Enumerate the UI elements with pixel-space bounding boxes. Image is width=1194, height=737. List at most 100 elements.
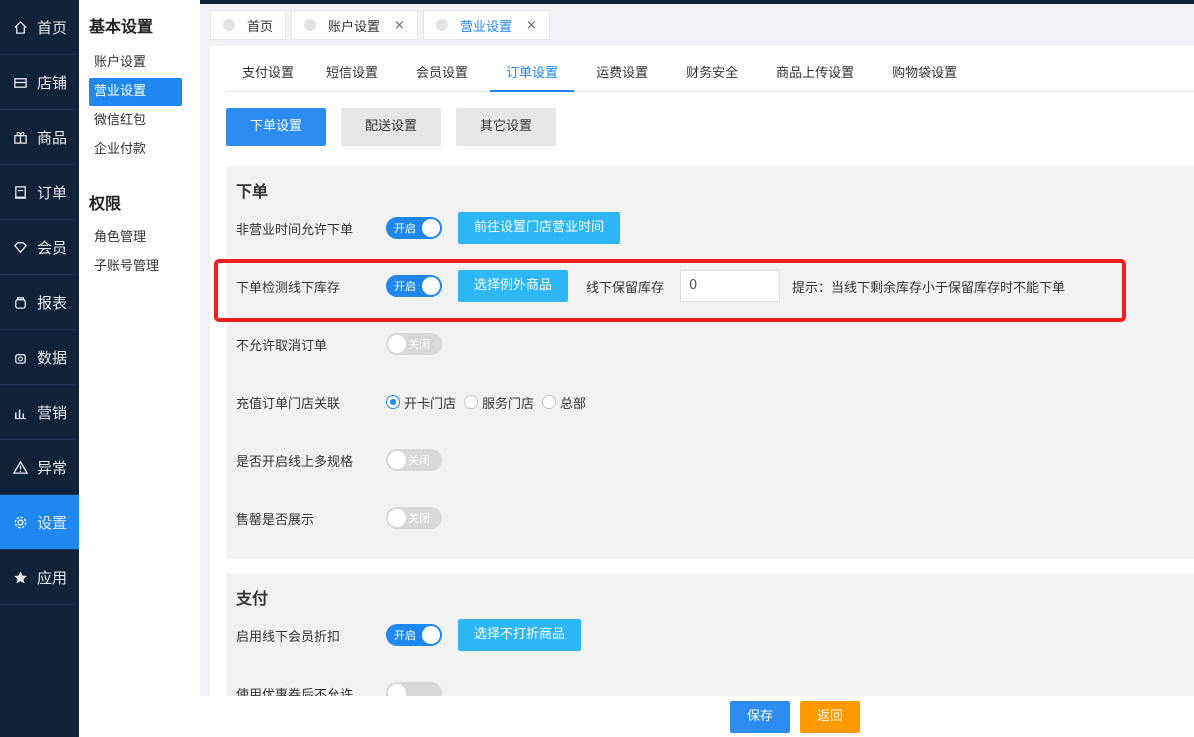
nav-item-store[interactable]: 店铺 xyxy=(0,55,79,110)
page-tab-home[interactable]: 首页 xyxy=(210,10,287,40)
coupon-restriction-toggle[interactable] xyxy=(386,682,442,696)
setting-row: 是否开启线上多规格 关闭 xyxy=(236,444,1194,476)
delivery-settings-button[interactable]: 配送设置 xyxy=(341,108,441,146)
nav-item-label: 异常 xyxy=(37,458,68,477)
sidebar-item-business[interactable]: 营业设置 xyxy=(89,78,182,106)
nav-item-label: 会员 xyxy=(37,238,68,257)
tab-payment-settings[interactable]: 支付设置 xyxy=(226,56,310,92)
close-icon[interactable]: × xyxy=(394,18,405,33)
save-button[interactable]: 保存 xyxy=(730,701,790,733)
nav-item-label: 报表 xyxy=(37,293,68,312)
setting-label: 非营业时间允许下单 xyxy=(236,222,354,238)
nav-item-data[interactable]: 数据 xyxy=(0,330,79,385)
nav-item-members[interactable]: 会员 xyxy=(0,220,79,275)
nav-item-orders[interactable]: 订单 xyxy=(0,165,79,220)
setting-row: 使用优惠券后不允许 xyxy=(236,677,1194,696)
star-icon xyxy=(12,569,28,585)
nav-item-apps[interactable]: 应用 xyxy=(0,550,79,605)
tab-shipping-settings[interactable]: 运费设置 xyxy=(580,56,664,92)
nav-item-marketing[interactable]: 营销 xyxy=(0,385,79,440)
tab-order-settings[interactable]: 订单设置 xyxy=(490,56,575,92)
sidebar-item-account[interactable]: 账户设置 xyxy=(89,49,182,77)
nav-item-label: 首页 xyxy=(37,18,68,37)
set-store-hours-button[interactable]: 前往设置门店营业时间 xyxy=(458,212,621,244)
radio-headquarters[interactable]: 总部 xyxy=(542,393,586,412)
disallow-cancel-toggle[interactable]: 关闭 xyxy=(386,333,442,355)
page-tab-account-settings[interactable]: 账户设置 × xyxy=(291,10,418,40)
radio-label: 总部 xyxy=(560,396,587,412)
nav-item-settings[interactable]: 设置 xyxy=(0,495,79,550)
nav-item-reports[interactable]: 报表 xyxy=(0,275,79,330)
tab-sms-settings[interactable]: 短信设置 xyxy=(310,56,394,92)
setting-label: 售罄是否展示 xyxy=(236,512,315,528)
settings-sidebar: 基本设置 账户设置 营业设置 微信红包 企业付款 权限 角色管理 子账号管理 xyxy=(79,0,200,737)
radio-circle xyxy=(386,395,400,409)
close-icon[interactable]: × xyxy=(526,18,537,33)
tab-dot-icon xyxy=(304,19,317,31)
nav-item-label: 数据 xyxy=(37,348,68,367)
other-settings-button[interactable]: 其它设置 xyxy=(456,108,556,146)
setting-row: 售罄是否展示 关闭 xyxy=(236,502,1194,534)
setting-label: 启用线下会员折扣 xyxy=(236,629,341,645)
settings-subtabs: 支付设置 短信设置 会员设置 订单设置 运费设置 财务安全 商品上传设置 购物袋… xyxy=(226,56,1194,92)
tab-dot-icon xyxy=(435,19,448,31)
sidebar-section-title: 基本设置 xyxy=(89,17,154,36)
nav-item-exceptions[interactable]: 异常 xyxy=(0,440,79,495)
segment-buttons: 下单设置 配送设置 其它设置 xyxy=(226,108,571,146)
show-sold-out-toggle[interactable]: 关闭 xyxy=(386,507,442,529)
diamond-icon xyxy=(12,239,28,255)
radio-label: 服务门店 xyxy=(482,396,535,412)
setting-label: 不允许取消订单 xyxy=(236,338,328,354)
nav-item-home[interactable]: 首页 xyxy=(0,0,79,55)
toggle-knob xyxy=(422,219,440,237)
setting-row: 非营业时间允许下单 开启 前往设置门店营业时间 xyxy=(236,212,1194,244)
back-button[interactable]: 返回 xyxy=(800,701,860,733)
highlight-box xyxy=(214,259,1126,322)
page-tab-business-settings[interactable]: 营业设置 × xyxy=(422,10,550,40)
nav-item-label: 商品 xyxy=(37,128,68,147)
tab-member-settings[interactable]: 会员设置 xyxy=(400,56,484,92)
setting-label: 充值订单门店关联 xyxy=(236,396,341,412)
nav-item-label: 店铺 xyxy=(37,73,68,92)
radio-label: 开卡门店 xyxy=(404,396,457,412)
payment-section: 支付 启用线下会员折扣 开启 选择不打折商品 使用优惠券后不允许 xyxy=(226,573,1194,696)
order-section: 下单 非营业时间允许下单 开启 前往设置门店营业时间 下单检测线下库存 开启 选… xyxy=(226,166,1194,559)
order-icon xyxy=(12,184,28,200)
warning-icon xyxy=(12,459,28,475)
tab-finance-security[interactable]: 财务安全 xyxy=(670,56,754,92)
page-tabs: 首页 账户设置 × 营业设置 × xyxy=(200,4,1194,46)
sidebar-item-roles[interactable]: 角色管理 xyxy=(89,224,182,252)
setting-row: 不允许取消订单 关闭 xyxy=(236,328,1194,360)
toggle-text: 关闭 xyxy=(408,454,430,467)
store-icon xyxy=(12,74,28,90)
sidebar-item-enterprise-payment[interactable]: 企业付款 xyxy=(89,136,182,164)
offline-member-discount-toggle[interactable]: 开启 xyxy=(386,624,442,646)
radio-card-store[interactable]: 开卡门店 xyxy=(386,393,456,412)
gear-icon xyxy=(12,514,28,530)
tab-shopping-bag-settings[interactable]: 购物袋设置 xyxy=(876,56,973,92)
nav-item-goods[interactable]: 商品 xyxy=(0,110,79,165)
select-no-discount-products-button[interactable]: 选择不打折商品 xyxy=(458,619,582,651)
order-placement-button[interactable]: 下单设置 xyxy=(226,108,326,146)
multi-spec-toggle[interactable]: 关闭 xyxy=(386,449,442,471)
main-nav: 首页 店铺 商品 订单 会员 报表 数据 营销 异常 设置 应用 xyxy=(0,0,79,737)
toggle-knob xyxy=(388,451,406,469)
toggle-knob xyxy=(388,509,406,527)
toggle-text: 关闭 xyxy=(408,338,430,351)
setting-label: 使用优惠券后不允许 xyxy=(236,687,354,697)
nav-item-label: 营销 xyxy=(37,403,68,422)
tab-dot-icon xyxy=(223,19,235,31)
page-tab-label: 账户设置 xyxy=(328,19,381,35)
tab-product-upload-settings[interactable]: 商品上传设置 xyxy=(760,56,870,92)
page-tab-label: 营业设置 xyxy=(459,19,512,35)
sidebar-section-title: 权限 xyxy=(89,194,122,213)
setting-label: 是否开启线上多规格 xyxy=(236,454,354,470)
allow-off-hours-toggle[interactable]: 开启 xyxy=(386,217,442,239)
sidebar-item-subaccounts[interactable]: 子账号管理 xyxy=(89,253,182,281)
footer-bar: 保存 返回 xyxy=(200,696,1194,737)
radio-service-store[interactable]: 服务门店 xyxy=(464,393,534,412)
section-title: 下单 xyxy=(236,182,269,201)
sidebar-item-wechat-redpacket[interactable]: 微信红包 xyxy=(89,107,182,135)
toggle-knob xyxy=(388,335,406,353)
nav-item-label: 应用 xyxy=(37,568,68,587)
